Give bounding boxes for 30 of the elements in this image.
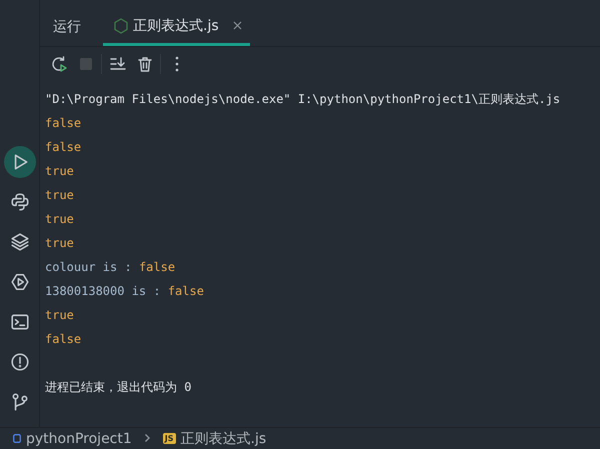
console-value: true bbox=[45, 188, 74, 202]
warning-circle-icon bbox=[10, 352, 30, 372]
breadcrumb-item[interactable]: 正则表达式.js bbox=[180, 430, 266, 448]
close-icon[interactable] bbox=[232, 21, 242, 30]
branch-icon bbox=[10, 392, 30, 412]
tool-window-title: 运行 bbox=[53, 18, 81, 37]
console-value: true bbox=[45, 308, 74, 322]
js-file-icon: JS bbox=[162, 433, 176, 444]
chevron-right-icon bbox=[144, 432, 151, 442]
breadcrumb-item[interactable]: pythonProject1 bbox=[26, 430, 132, 446]
console-value: false bbox=[45, 140, 82, 154]
rerun-icon[interactable] bbox=[50, 55, 68, 73]
trash-icon[interactable] bbox=[136, 55, 154, 73]
console-value: false bbox=[45, 332, 82, 346]
terminal-icon bbox=[10, 312, 30, 332]
layers-icon bbox=[10, 232, 30, 252]
python-icon bbox=[10, 192, 30, 212]
console-value: true bbox=[45, 212, 74, 226]
console-value: false bbox=[45, 116, 82, 130]
console-label: 13800138000 is : bbox=[45, 284, 161, 298]
console-label: colouur is : bbox=[45, 260, 132, 274]
console-value: false bbox=[138, 260, 176, 274]
run-tool-button[interactable] bbox=[4, 146, 36, 178]
console-value: true bbox=[45, 236, 74, 250]
console-value: true bbox=[45, 164, 74, 178]
run-tab[interactable]: 正则表达式.js bbox=[103, 8, 250, 46]
services-icon bbox=[10, 272, 30, 292]
console-text: "D:\Program Files\nodejs\node.exe" I:\python\pythonProject1\正则表达式.js bbox=[45, 92, 560, 106]
console-value: false bbox=[168, 284, 204, 298]
console-text: 进程已结束，退出代码为 0 bbox=[45, 380, 192, 394]
